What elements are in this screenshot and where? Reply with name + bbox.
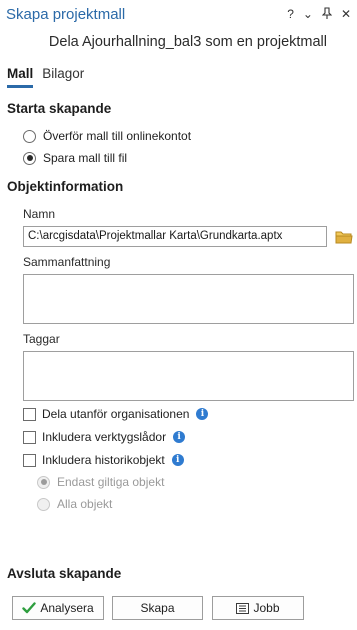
tags-field[interactable] [23, 351, 354, 401]
section-finish-create: Avsluta skapande [7, 566, 122, 581]
job-list-icon [236, 602, 250, 614]
info-icon[interactable]: i [173, 431, 186, 443]
job-button[interactable]: Jobb [212, 596, 304, 620]
tags-label: Taggar [23, 332, 60, 346]
name-label: Namn [23, 207, 56, 221]
tab-strip: Mall Bilagor [7, 66, 84, 88]
radio-button[interactable] [23, 129, 36, 143]
pin-icon[interactable] [321, 7, 333, 22]
radio-button[interactable] [37, 475, 50, 489]
analyze-label: Analysera [40, 601, 94, 615]
browse-folder-icon[interactable] [335, 229, 353, 245]
section-start-create: Starta skapande [7, 101, 112, 116]
create-label: Skapa [140, 601, 175, 615]
checkmark-icon [22, 602, 37, 614]
help-icon[interactable]: ? [287, 7, 294, 22]
create-button[interactable]: Skapa [112, 596, 203, 620]
include-history-option[interactable]: Inkludera historikobjekt i [23, 453, 184, 467]
summary-field[interactable] [23, 274, 354, 324]
name-field[interactable]: C:\arcgisdata\Projektmallar Karta\Grundk… [23, 226, 327, 247]
radio-label: Alla objekt [57, 497, 113, 511]
title-bar: Skapa projektmall ? ⌄ ✕ [0, 0, 357, 30]
checkbox-label: Dela utanför organisationen [42, 407, 190, 421]
include-toolboxes-option[interactable]: Inkludera verktygslådor i [23, 430, 186, 444]
checkbox[interactable] [23, 430, 36, 444]
radio-button[interactable] [23, 151, 36, 165]
options-dropdown-icon[interactable]: ⌄ [303, 7, 313, 22]
title-controls: ? ⌄ ✕ [287, 7, 351, 22]
tab-bilagor[interactable]: Bilagor [42, 66, 84, 88]
checkbox-label: Inkludera verktygslådor [42, 430, 167, 444]
checkbox[interactable] [23, 453, 36, 467]
radio-save-to-file[interactable]: Spara mall till fil [23, 151, 127, 165]
radio-button[interactable] [37, 497, 50, 511]
tab-mall[interactable]: Mall [7, 66, 34, 88]
radio-label: Spara mall till fil [43, 151, 128, 165]
pane-title: Skapa projektmall [6, 6, 126, 23]
info-icon[interactable]: i [171, 454, 184, 466]
radio-label: Endast giltiga objekt [57, 475, 165, 489]
close-icon[interactable]: ✕ [341, 7, 351, 22]
pane-subtitle: Dela Ajourhallning_bal3 som en projektma… [48, 34, 327, 50]
radio-valid-objects-only[interactable]: Endast giltiga objekt [37, 475, 164, 489]
radio-upload-online[interactable]: Överför mall till onlinekontot [23, 129, 191, 143]
checkbox[interactable] [23, 407, 36, 421]
share-outside-org-option[interactable]: Dela utanför organisationen i [23, 407, 209, 421]
section-item-info: Objektinformation [7, 179, 124, 194]
checkbox-label: Inkludera historikobjekt [42, 453, 165, 467]
analyze-button[interactable]: Analysera [12, 596, 104, 620]
radio-all-objects[interactable]: Alla objekt [37, 497, 112, 511]
job-label: Jobb [253, 601, 280, 615]
info-icon[interactable]: i [196, 408, 209, 420]
summary-label: Sammanfattning [23, 255, 111, 269]
radio-label: Överför mall till onlinekontot [43, 129, 192, 143]
